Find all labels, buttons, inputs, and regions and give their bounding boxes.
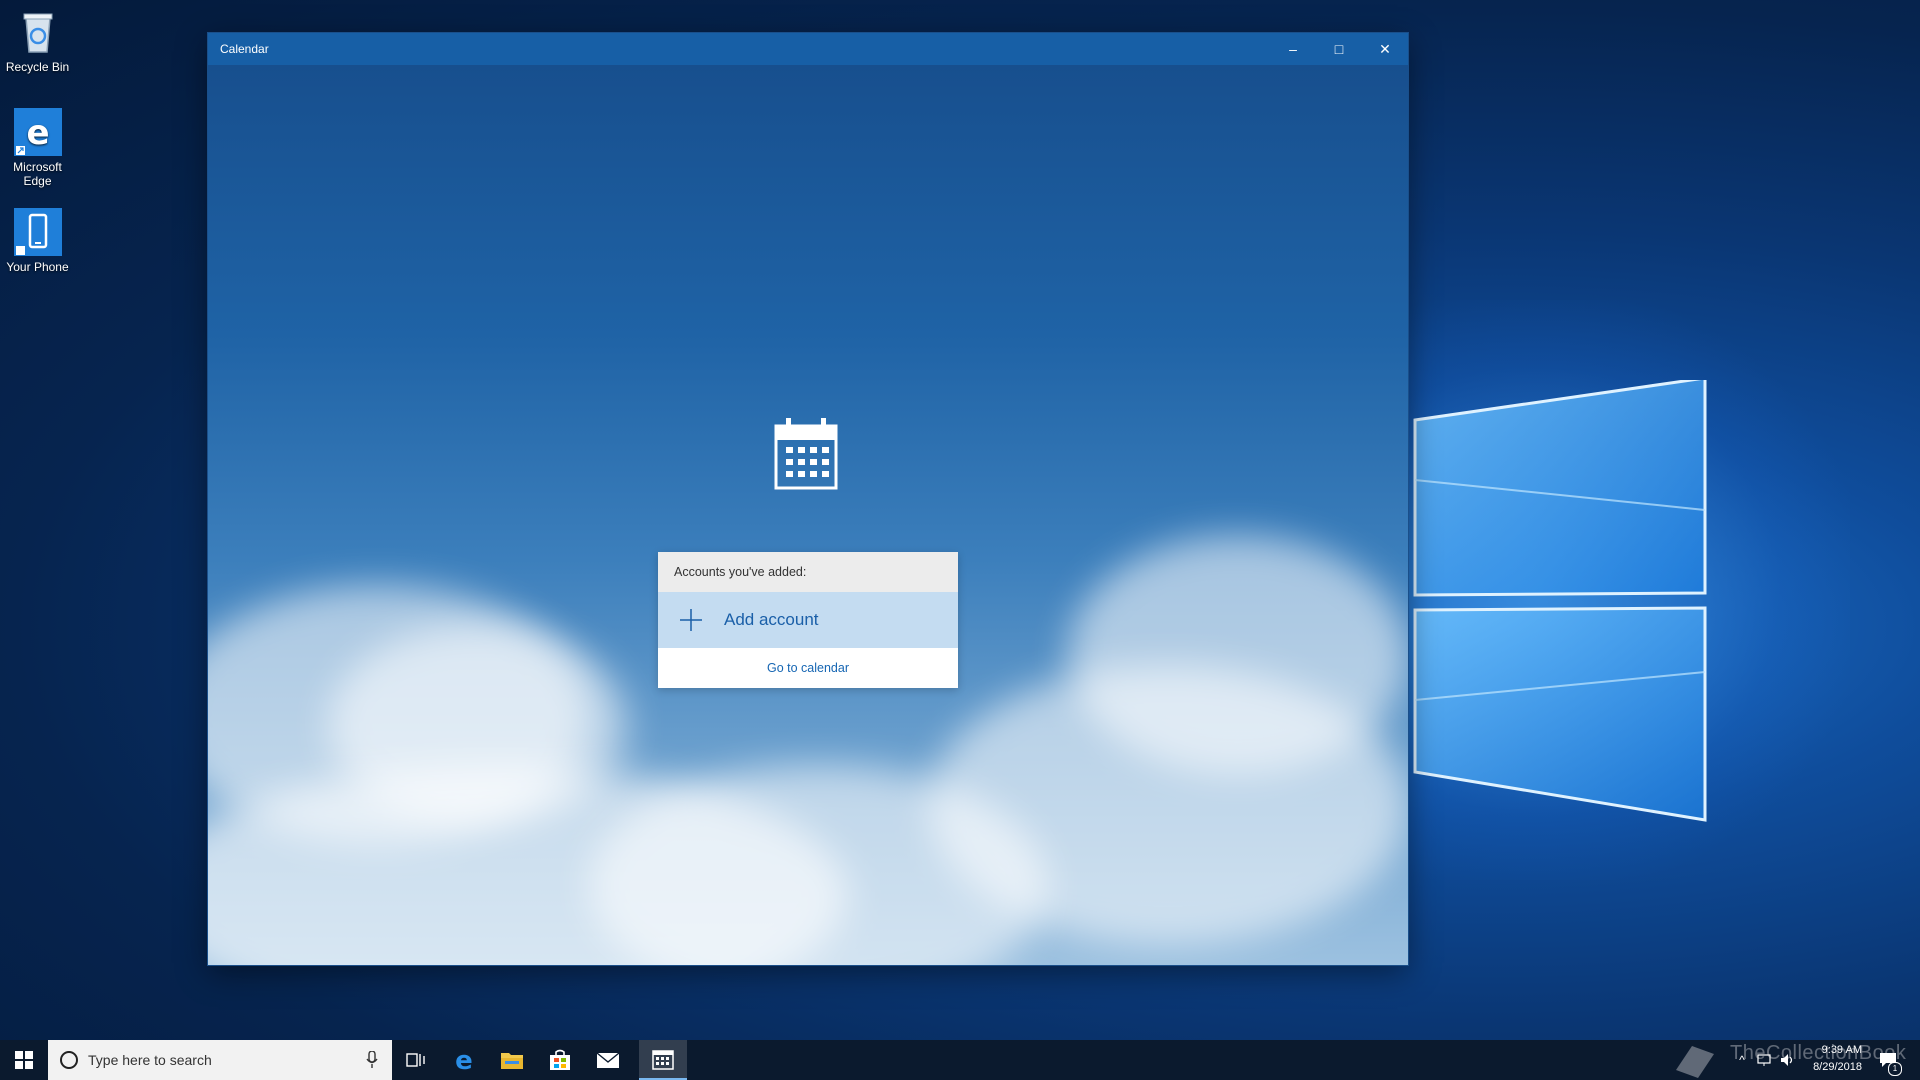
search-placeholder: Type here to search	[88, 1052, 212, 1068]
mail-icon	[596, 1052, 620, 1068]
clock-time[interactable]: 9:39 AM	[1800, 1044, 1862, 1056]
windows-logo-wallpaper	[1413, 380, 1707, 822]
calendar-app-icon	[774, 418, 838, 490]
chevron-up-icon: ^	[1739, 1053, 1745, 1067]
show-hidden-icons-button[interactable]: ^	[1733, 1040, 1751, 1080]
desktop-icon-microsoft-edge[interactable]: e Microsoft Edge	[0, 108, 75, 188]
start-button[interactable]	[0, 1040, 48, 1080]
network-icon	[1757, 1054, 1771, 1066]
recycle-bin-icon	[14, 8, 62, 56]
speaker-icon	[1781, 1054, 1793, 1066]
desktop-icon-label: Recycle Bin	[5, 60, 70, 74]
maximize-button[interactable]: □	[1316, 33, 1362, 65]
desktop-icon-label: Microsoft Edge	[13, 160, 62, 188]
app-content: Accounts you've added: Add account Go to…	[208, 65, 1408, 965]
svg-text:e: e	[455, 1048, 473, 1072]
window-title: Calendar	[220, 42, 269, 56]
calendar-icon	[652, 1050, 674, 1070]
title-bar[interactable]: Calendar – □ ✕	[208, 33, 1408, 65]
action-center-button[interactable]: 1	[1868, 1040, 1908, 1080]
network-button[interactable]	[1753, 1040, 1775, 1080]
task-view-icon	[406, 1053, 425, 1067]
add-account-button[interactable]: Add account	[658, 592, 958, 648]
calendar-window: Calendar – □ ✕ Accounts you've added: Ad…	[208, 33, 1408, 965]
edge-icon: e	[455, 1048, 473, 1072]
minimize-icon: –	[1289, 41, 1297, 57]
book-watermark-icon	[1676, 1046, 1714, 1078]
desktop-icon-recycle-bin[interactable]: Recycle Bin	[0, 8, 75, 74]
taskbar-edge-button[interactable]: e	[440, 1040, 488, 1080]
volume-button[interactable]	[1777, 1040, 1799, 1080]
taskbar-search-box[interactable]: Type here to search	[48, 1040, 392, 1080]
close-icon: ✕	[1379, 40, 1391, 57]
maximize-icon: □	[1334, 41, 1344, 57]
taskbar-calendar-button[interactable]	[639, 1040, 687, 1080]
microphone-icon[interactable]	[366, 1051, 378, 1069]
go-to-calendar-link[interactable]: Go to calendar	[658, 648, 958, 688]
minimize-button[interactable]: –	[1270, 33, 1316, 65]
accounts-header: Accounts you've added:	[658, 552, 958, 592]
phone-icon	[13, 208, 62, 256]
file-explorer-icon	[501, 1053, 523, 1069]
taskbar: Type here to search e TheCollectionBook …	[0, 1040, 1920, 1080]
accounts-panel: Accounts you've added: Add account Go to…	[658, 552, 958, 688]
desktop-icon-label: Your Phone	[6, 260, 69, 274]
notification-badge: 1	[1888, 1062, 1902, 1076]
add-account-label: Add account	[724, 610, 819, 629]
taskbar-mail-button[interactable]	[584, 1040, 632, 1080]
clock-date[interactable]: 8/29/2018	[1800, 1061, 1862, 1073]
plus-icon	[680, 609, 702, 631]
close-button[interactable]: ✕	[1362, 33, 1408, 65]
svg-text:e: e	[26, 113, 49, 153]
taskbar-file-explorer-button[interactable]	[488, 1040, 536, 1080]
taskbar-store-button[interactable]	[536, 1040, 584, 1080]
cortana-icon	[60, 1051, 78, 1069]
desktop-icon-your-phone[interactable]: Your Phone	[0, 208, 75, 274]
task-view-button[interactable]	[392, 1040, 440, 1080]
store-icon	[550, 1049, 570, 1070]
edge-icon: e	[13, 108, 62, 156]
windows-start-icon	[15, 1051, 33, 1069]
